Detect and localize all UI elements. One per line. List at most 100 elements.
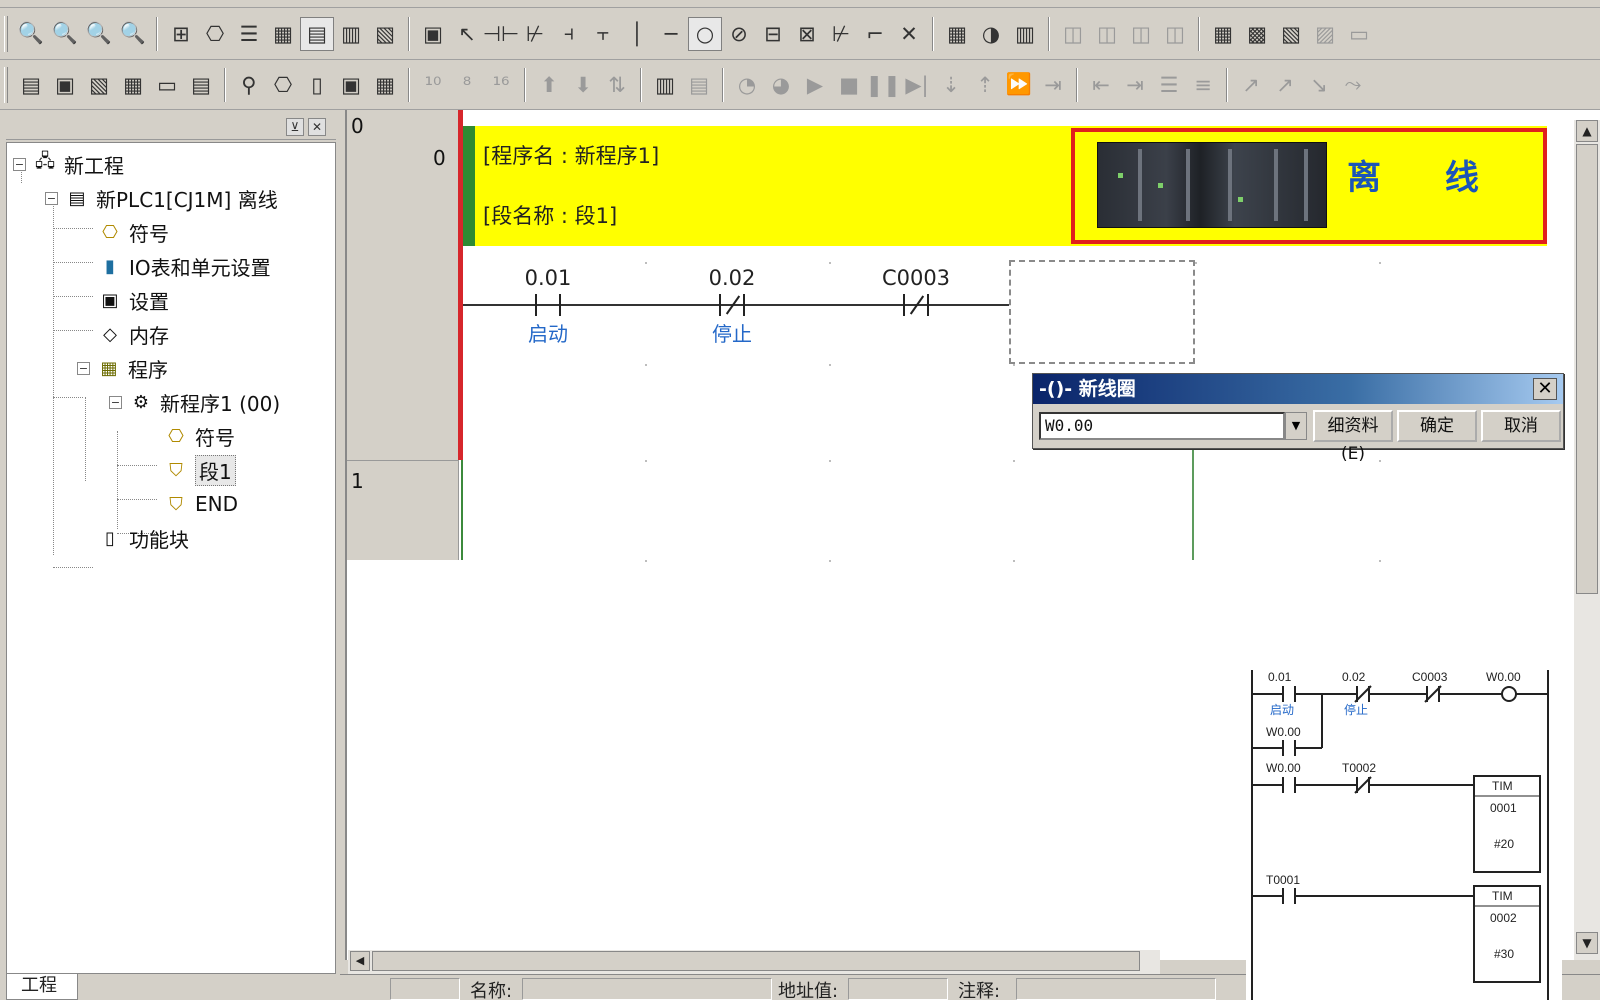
close-panel-icon[interactable]: ✕ (308, 118, 326, 136)
zoom-small-icon[interactable]: 🔍 (116, 17, 150, 51)
indent-icon[interactable]: ⇤ (1084, 68, 1118, 102)
diff-icon[interactable]: ▨ (1308, 17, 1342, 51)
fast-icon[interactable]: ⏩ (1002, 68, 1036, 102)
vertical-scroll-thumb[interactable] (1576, 144, 1598, 594)
pin-icon[interactable]: ⊻ (286, 118, 304, 136)
monitor-icon[interactable]: ▦ (266, 17, 300, 51)
list-icon[interactable]: ☰ (232, 17, 266, 51)
scroll-down-icon[interactable]: ▼ (1576, 932, 1598, 954)
zoom-out-icon[interactable]: 🔍 (14, 17, 48, 51)
output-icon[interactable]: ⌐ (858, 17, 892, 51)
outdent-icon[interactable]: ⇥ (1118, 68, 1152, 102)
nc-coil-icon[interactable]: ⊘ (722, 17, 756, 51)
collapse-icon[interactable]: − (109, 395, 122, 409)
cross-ref-window-icon[interactable]: ▤ (184, 68, 218, 102)
ok-button[interactable]: 确定 (1397, 410, 1477, 442)
num-8-icon[interactable]: ⁸ (450, 68, 484, 102)
reset-icon[interactable]: ↘ (1302, 68, 1336, 102)
tree-node-end[interactable]: ⛉ END (163, 489, 238, 519)
sym-icon2[interactable]: ◫ (1090, 17, 1124, 51)
compile-icon[interactable]: ▦ (940, 17, 974, 51)
compare-icon[interactable]: ⇅ (600, 68, 634, 102)
clear-icon[interactable]: ⤳ (1336, 68, 1370, 102)
step-out-icon[interactable]: ⇡ (968, 68, 1002, 102)
no-contact[interactable] (535, 294, 561, 316)
collapse-icon[interactable]: − (45, 191, 58, 205)
scroll-up-icon[interactable]: ▲ (1576, 120, 1598, 142)
nc-contact[interactable] (903, 294, 929, 316)
mnemonic-icon[interactable]: ▥ (334, 17, 368, 51)
settings-icon[interactable]: ▯ (300, 68, 334, 102)
collapse-icon[interactable]: − (13, 157, 26, 171)
set-icon[interactable]: ↗ (1268, 68, 1302, 102)
memory-icon[interactable]: ▩ (1240, 17, 1274, 51)
tree-node-function-blocks[interactable]: ▯ 功能块 (97, 523, 189, 553)
horizontal-scroll-thumb[interactable] (372, 951, 1140, 971)
tree-node-section1[interactable]: ⛉ 段1 (163, 454, 236, 486)
tree-node-programs[interactable]: − ▦ 程序 (77, 353, 168, 383)
tree-node-settings[interactable]: ▣ 设置 (97, 285, 169, 315)
num-10-icon[interactable]: ¹⁰ (416, 68, 450, 102)
find-icon[interactable]: ⚲ (232, 68, 266, 102)
tree-tab-project[interactable]: 工程 (6, 974, 78, 1000)
download-icon[interactable]: ⬇ (566, 68, 600, 102)
chevron-down-icon[interactable]: ▼ (1285, 412, 1307, 440)
horizontal-scrollbar[interactable]: ◀ (348, 950, 1160, 974)
pd-contact-icon[interactable]: ⊠ (790, 17, 824, 51)
fold-icon[interactable]: ≡ (1186, 68, 1220, 102)
mem-icon[interactable]: ▣ (334, 68, 368, 102)
scroll-left-icon[interactable]: ◀ (350, 951, 370, 971)
tree-node-local-symbols[interactable]: ⎔ 符号 (163, 421, 235, 451)
monitor2-icon[interactable]: ◕ (764, 68, 798, 102)
rung-gutter-1[interactable]: 1 (347, 460, 459, 560)
online-icon[interactable]: ◑ (974, 17, 1008, 51)
bit-icon[interactable]: ↗ (1234, 68, 1268, 102)
output-window-icon[interactable]: ▭ (150, 68, 184, 102)
close-icon[interactable]: ✕ (1533, 378, 1557, 400)
program-icon[interactable]: ▥ (648, 68, 682, 102)
delete-icon[interactable]: ✕ (892, 17, 926, 51)
mode-icon[interactable]: ▤ (682, 68, 716, 102)
watch-icon[interactable]: ▧ (1274, 17, 1308, 51)
align-icon[interactable]: ☰ (1152, 68, 1186, 102)
project-icon[interactable]: ▤ (14, 68, 48, 102)
coil-icon[interactable]: ○ (688, 16, 722, 51)
edit-cursor[interactable] (1009, 260, 1195, 364)
collapse-icon[interactable]: − (77, 361, 90, 375)
rung-comment-icon[interactable]: ▧ (368, 17, 402, 51)
nc-contact-icon[interactable]: ⊬ (518, 17, 552, 51)
instruction-icon[interactable]: ⊟ (756, 17, 790, 51)
io-comment-icon[interactable]: ▦ (1206, 17, 1240, 51)
vertical-line-icon[interactable]: │ (620, 17, 654, 51)
cross-ref-icon[interactable]: ▭ (1342, 17, 1376, 51)
force-icon[interactable]: ◔ (730, 68, 764, 102)
end-icon[interactable]: ⇥ (1036, 68, 1070, 102)
io-table-icon[interactable]: ⎔ (266, 68, 300, 102)
pause-icon[interactable]: ❚❚ (865, 68, 900, 102)
cancel-button[interactable]: 取消 (1481, 410, 1561, 442)
or-nc-icon[interactable]: ⫟ (586, 17, 620, 51)
run-icon[interactable]: ▶ (798, 68, 832, 102)
tree-node-project[interactable]: − 🖧 新工程 (13, 149, 124, 179)
step-icon[interactable]: ▶| (900, 68, 934, 102)
select-icon[interactable]: ↖ (450, 17, 484, 51)
tree-node-plc[interactable]: − ▤ 新PLC1[CJ1M] 离线 (45, 183, 278, 213)
upload-icon[interactable]: ⬆ (532, 68, 566, 102)
sym-icon3[interactable]: ◫ (1124, 17, 1158, 51)
horizontal-line-icon[interactable]: ─ (654, 17, 688, 51)
stop-icon[interactable]: ■ (832, 68, 866, 102)
vertical-scrollbar[interactable]: ▲ ▼ (1574, 120, 1600, 960)
grid-icon[interactable]: ⊞ (164, 17, 198, 51)
ladder-view-icon[interactable]: ▤ (300, 16, 334, 51)
watch-window-icon[interactable]: ▦ (116, 68, 150, 102)
nc-contact[interactable] (719, 294, 745, 316)
plc-icon[interactable]: ▦ (368, 68, 402, 102)
tree-node-memory[interactable]: ◇ 内存 (97, 319, 169, 349)
or-no-icon[interactable]: ⫞ (552, 17, 586, 51)
detail-button[interactable]: 细资料 (E) (1313, 410, 1393, 464)
ft-contact-icon[interactable]: ⊬ (824, 17, 858, 51)
symbols-icon[interactable]: ▧ (82, 68, 116, 102)
tree-node-symbols[interactable]: ⎔ 符号 (97, 217, 169, 247)
sym-icon1[interactable]: ◫ (1056, 17, 1090, 51)
zoom-fit-icon[interactable]: 🔍 (82, 17, 116, 51)
